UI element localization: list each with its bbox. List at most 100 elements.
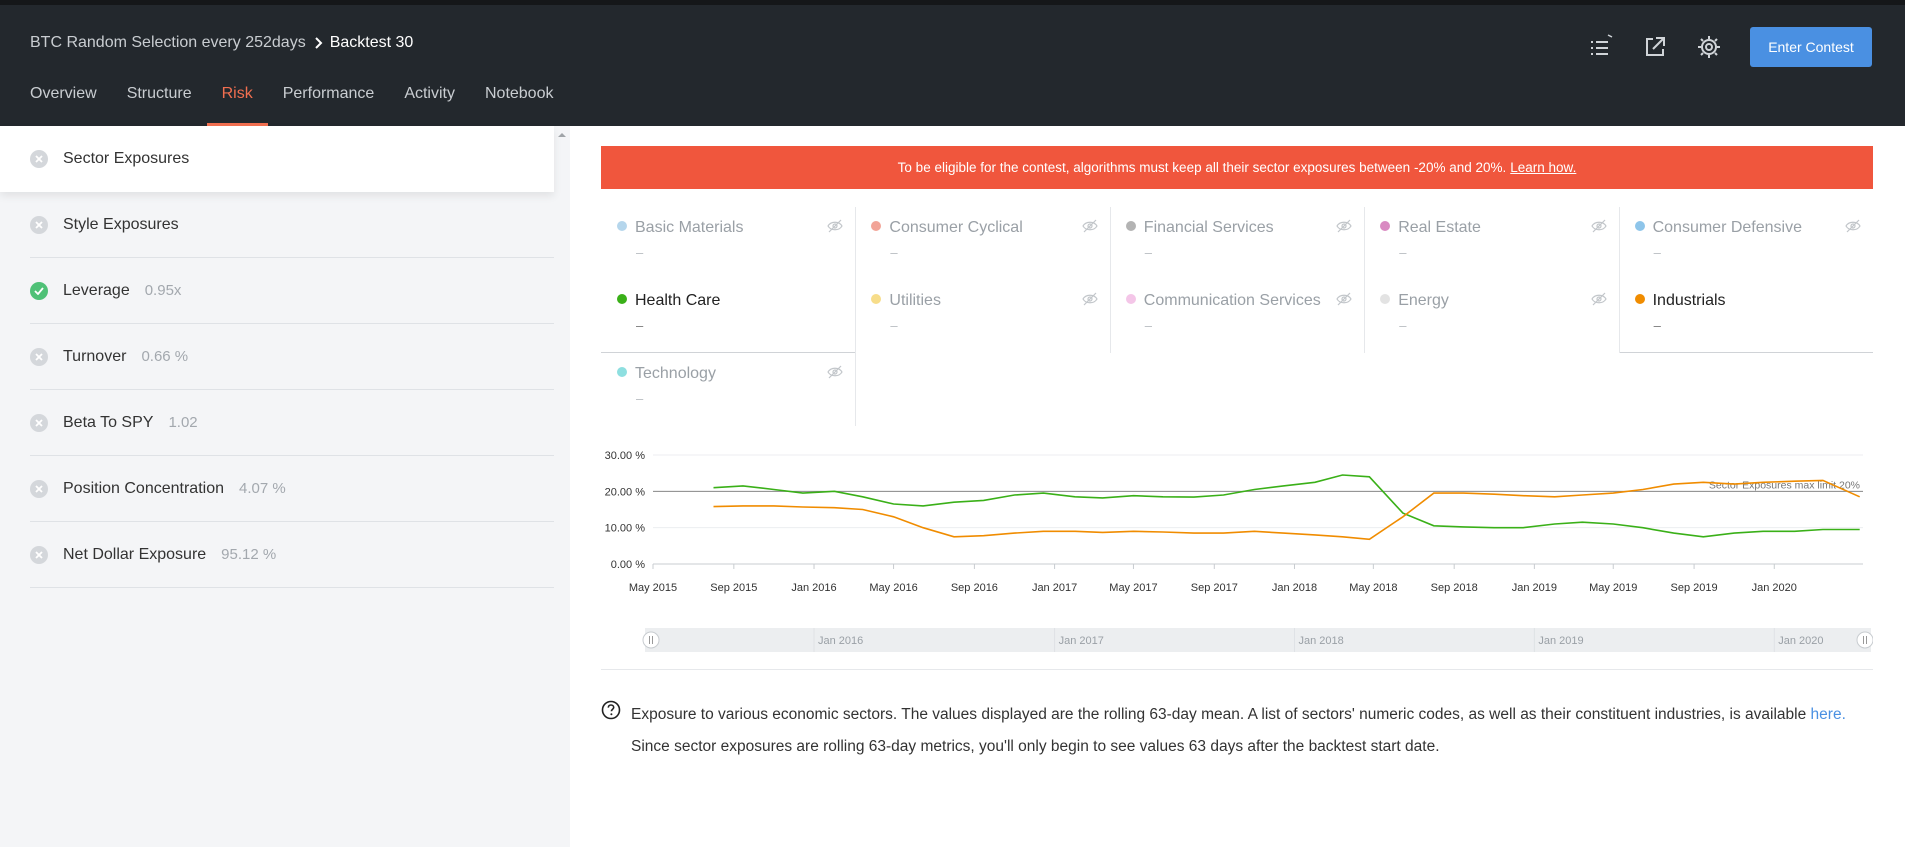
sector-industrials[interactable]: Industrials – bbox=[1618, 280, 1873, 353]
y-tick-label: 10.00 % bbox=[605, 523, 646, 535]
breadcrumb-parent[interactable]: BTC Random Selection every 252days bbox=[30, 34, 306, 52]
sidebar-item-beta-to-spy[interactable]: Beta To SPY 1.02 bbox=[30, 390, 554, 456]
sidebar-item-value: 0.95x bbox=[144, 282, 182, 299]
grid-divider bbox=[855, 207, 857, 426]
list-icon[interactable] bbox=[1588, 34, 1614, 60]
x-tick-label: Jan 2020 bbox=[1752, 582, 1797, 594]
sector-real-estate[interactable]: Real Estate – bbox=[1364, 207, 1618, 280]
sector-color-dot bbox=[1380, 221, 1391, 231]
tab-notebook[interactable]: Notebook bbox=[485, 85, 554, 126]
hidden-eye-icon[interactable] bbox=[1590, 219, 1607, 233]
tab-overview[interactable]: Overview bbox=[30, 85, 97, 126]
hidden-eye-icon[interactable] bbox=[1845, 219, 1861, 233]
navigator-label: Jan 2019 bbox=[1538, 635, 1583, 647]
sector-color-dot bbox=[1634, 221, 1645, 231]
sector-name: Industrials bbox=[1652, 292, 1726, 309]
sector-health-care[interactable]: Health Care – bbox=[601, 280, 856, 353]
sidebar-item-label: Net Dollar Exposure bbox=[63, 545, 207, 563]
sector-name: Basic Materials bbox=[635, 219, 744, 236]
sidebar-item-value: 1.02 bbox=[168, 414, 198, 431]
sector-value: – bbox=[1653, 318, 1661, 333]
x-tick-label: Sep 2017 bbox=[1191, 582, 1238, 594]
external-link-icon[interactable] bbox=[1642, 34, 1668, 60]
tab-performance[interactable]: Performance bbox=[283, 85, 375, 126]
settings-icon[interactable] bbox=[1696, 34, 1722, 60]
scroll-up-arrow[interactable] bbox=[556, 128, 568, 140]
sector-value: – bbox=[1399, 318, 1407, 333]
sidebar-item-net-dollar-exposure[interactable]: Net Dollar Exposure 95.12 % bbox=[30, 522, 554, 588]
pass-status-icon bbox=[30, 281, 48, 300]
sector-value: – bbox=[1144, 318, 1153, 333]
sector-technology[interactable]: Technology – bbox=[601, 353, 855, 426]
sector-consumer-defensive[interactable]: Consumer Defensive – bbox=[1619, 207, 1873, 280]
learn-how-link[interactable]: Learn how. bbox=[1510, 160, 1576, 175]
navigator-label: Jan 2017 bbox=[1059, 635, 1104, 647]
fail-status-icon bbox=[30, 215, 48, 234]
grid-divider bbox=[1618, 207, 1620, 353]
range-handle-right[interactable] bbox=[1856, 631, 1873, 649]
sidebar-item-label: Position Concentration bbox=[63, 479, 224, 497]
sector-value: – bbox=[890, 245, 898, 260]
sector-name: Financial Services bbox=[1143, 219, 1274, 236]
x-tick-label: Jan 2017 bbox=[1032, 582, 1077, 594]
help-text-line-1: Exposure to various economic sectors. Th… bbox=[631, 706, 1807, 723]
sector-financial-services[interactable]: Financial Services – bbox=[1110, 207, 1364, 280]
x-tick-label: Sep 2015 bbox=[710, 582, 757, 594]
hidden-eye-icon[interactable] bbox=[827, 365, 844, 379]
x-tick-label: Jan 2016 bbox=[791, 582, 836, 594]
sector-exposure-chart: 0.00 % 10.00 % 20.00 % 30.00 % May 2015 Sep 2… bbox=[605, 450, 1873, 652]
range-handle-left[interactable] bbox=[642, 631, 660, 649]
hidden-eye-icon[interactable] bbox=[1082, 219, 1098, 233]
sector-value: – bbox=[636, 245, 644, 260]
sector-name: Health Care bbox=[635, 292, 721, 309]
sector-energy[interactable]: Energy – bbox=[1364, 280, 1618, 353]
hidden-eye-icon[interactable] bbox=[1336, 219, 1352, 233]
contest-eligibility-alert: To be eligible for the contest, algorith… bbox=[601, 146, 1873, 189]
x-tick-label: Sep 2018 bbox=[1431, 582, 1478, 594]
sidebar-item-leverage[interactable]: Leverage 0.95x bbox=[30, 258, 554, 324]
hidden-eye-icon[interactable] bbox=[1082, 292, 1098, 306]
x-tick-label: Sep 2019 bbox=[1671, 582, 1718, 594]
hidden-eye-icon[interactable] bbox=[1590, 292, 1607, 306]
sidebar-item-sector-exposures[interactable]: Sector Exposures bbox=[0, 126, 554, 192]
navigator-label: Jan 2020 bbox=[1778, 635, 1823, 647]
sidebar-item-style-exposures[interactable]: Style Exposures bbox=[30, 192, 554, 258]
sidebar-item-value: 0.66 % bbox=[141, 348, 189, 365]
sidebar-item-turnover[interactable]: Turnover 0.66 % bbox=[30, 324, 554, 390]
sector-communication-services[interactable]: Communication Services – bbox=[1110, 280, 1364, 353]
sector-value: – bbox=[636, 318, 644, 333]
sidebar-item-label: Leverage bbox=[63, 281, 130, 299]
sector-name: Technology bbox=[635, 365, 716, 382]
breadcrumb: BTC Random Selection every 252days Backt… bbox=[30, 32, 413, 54]
hidden-eye-icon[interactable] bbox=[1336, 292, 1352, 306]
tab-activity[interactable]: Activity bbox=[404, 85, 455, 126]
grid-divider bbox=[1109, 207, 1111, 353]
x-tick-label: Sep 2016 bbox=[951, 582, 998, 594]
enter-contest-button[interactable]: Enter Contest bbox=[1750, 27, 1872, 67]
sector-color-dot bbox=[1125, 294, 1136, 304]
sector-codes-link[interactable]: here. bbox=[1811, 706, 1846, 723]
sidebar-item-position-concentration[interactable]: Position Concentration 4.07 % bbox=[30, 456, 554, 522]
help-text-line-2: Since sector exposures are rolling 63-da… bbox=[631, 738, 1440, 755]
question-icon bbox=[601, 700, 621, 720]
divider bbox=[601, 669, 1873, 670]
tab-structure[interactable]: Structure bbox=[127, 85, 192, 126]
tab-risk[interactable]: Risk bbox=[206, 85, 268, 126]
top-strip bbox=[0, 0, 1905, 5]
fail-status-icon bbox=[30, 347, 48, 366]
sidebar-item-label: Style Exposures bbox=[63, 215, 179, 233]
breadcrumb-current: Backtest 30 bbox=[329, 34, 414, 51]
x-tick-label: May 2019 bbox=[1589, 582, 1637, 594]
sector-basic-materials[interactable]: Basic Materials – bbox=[601, 207, 855, 280]
help-text: Exposure to various economic sectors. Th… bbox=[631, 699, 1881, 763]
sector-color-dot bbox=[1634, 294, 1645, 304]
sector-value: – bbox=[636, 391, 644, 406]
hidden-eye-icon[interactable] bbox=[827, 219, 844, 233]
fail-status-icon bbox=[30, 150, 48, 168]
sector-consumer-cyclical[interactable]: Consumer Cyclical – bbox=[855, 207, 1109, 280]
sector-utilities[interactable]: Utilities – bbox=[855, 280, 1109, 353]
series-line-industrials bbox=[713, 479, 1861, 541]
fail-status-icon bbox=[30, 545, 48, 564]
x-tick-label: May 2017 bbox=[1109, 582, 1157, 594]
sector-value: – bbox=[890, 318, 898, 333]
